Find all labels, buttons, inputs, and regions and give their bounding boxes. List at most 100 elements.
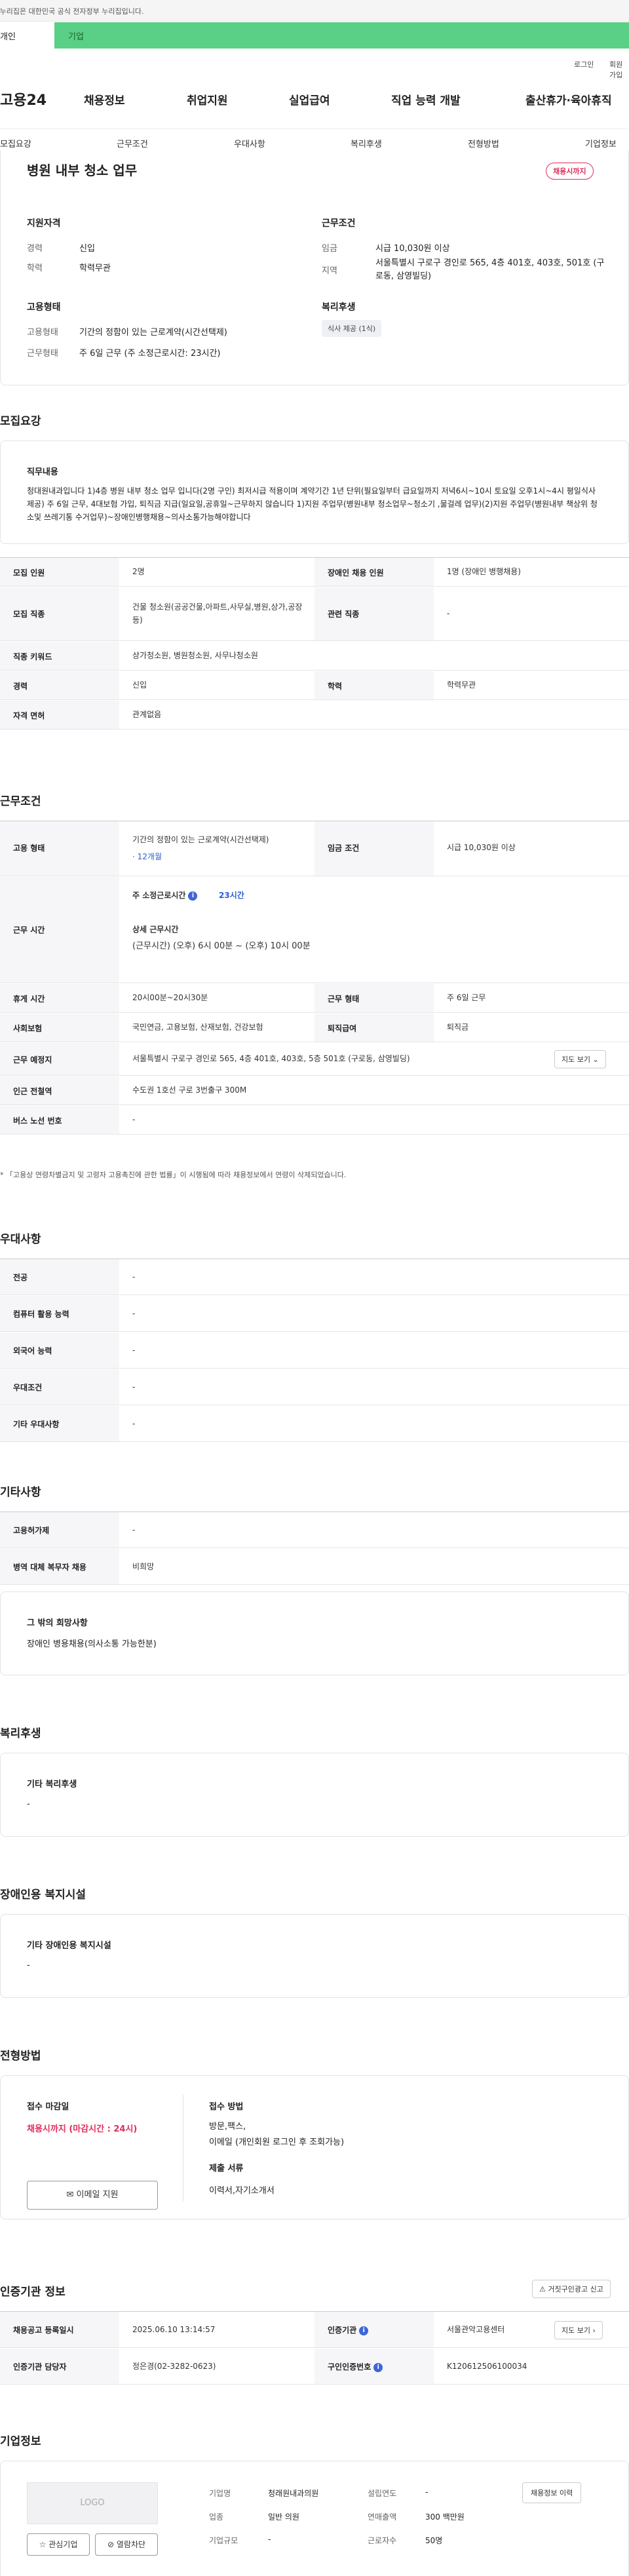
report-fake-ad-button[interactable]: ⚠ 거짓구인광고 신고 xyxy=(532,2280,611,2298)
row-value: - xyxy=(447,609,450,618)
site-logo[interactable]: 고용24 xyxy=(0,88,47,109)
job-title: 병원 내부 청소 업무 xyxy=(27,163,138,178)
join-link[interactable]: 회원가입 xyxy=(609,59,629,80)
row-label: 근무 시간 xyxy=(13,926,45,935)
company-name-label: 기업명 xyxy=(209,2489,231,2498)
cert-section-title: 인증기관 정보 xyxy=(0,2286,66,2299)
recruit-section-title: 모집요강 xyxy=(0,415,41,428)
row-value: 국민연금, 고용보험, 산재보험, 건강보험 xyxy=(132,1023,263,1032)
area-value: 서울특별시 구로구 경인로 565, 4층 401호, 403호, 501호 (… xyxy=(375,258,605,281)
favorite-company-button[interactable]: ☆ 관심기업 xyxy=(27,2533,90,2556)
table-row: 근무 시간 주 소정근로시간 i 23시간 상세 근무시간 (근무시간) (오후)… xyxy=(0,877,629,983)
duty-text: 청대원내과입니다 1)4층 병원 내부 청소 업무 입니다(2명 구인) 최저시… xyxy=(27,486,598,522)
hope-title: 그 밖의 희망사항 xyxy=(27,1618,88,1628)
gnb-unemployment-benefit[interactable]: 실업급여 xyxy=(289,91,330,107)
gnb-vocational-training[interactable]: 직업 능력 개발 xyxy=(391,91,461,107)
biz-label: 업종 xyxy=(209,2512,224,2522)
row-label: 구인인증번호 i xyxy=(328,2361,383,2372)
login-link[interactable]: 로그인 xyxy=(574,59,594,69)
row-value: - xyxy=(132,1382,136,1392)
row-label: 모집 직종 xyxy=(13,610,45,619)
emp-count-label: 근로자수 xyxy=(368,2536,397,2545)
job-history-button[interactable]: 채용정보 이력 xyxy=(522,2482,582,2503)
method-line: 이메일 (개인회원 로그인 후 조회가능) xyxy=(209,2137,345,2147)
block-view-button[interactable]: ⊘ 열람차단 xyxy=(95,2533,158,2556)
table-row: 휴게 시간 20시00분~20시30분 근무 형태 주 6일 근무 xyxy=(0,984,629,1013)
row-value: 수도권 1호선 구로 3번출구 300M xyxy=(132,1085,247,1095)
anchor-company[interactable]: 기업정보 xyxy=(585,137,617,149)
gov-notice-bar: 이 누리집은 대한민국 공식 전자정부 누리집입니다. xyxy=(0,0,629,22)
weekly-hours-label: 주 소정근로시간 i xyxy=(132,889,198,902)
hope-card: 그 밖의 희망사항 장애인 병용채용(의사소통 가능한분) xyxy=(0,1591,629,1675)
row-value: 주 6일 근무 xyxy=(447,993,486,1002)
selection-section-title: 전형방법 xyxy=(0,2050,41,2063)
row-label: 모집 인원 xyxy=(13,568,45,577)
docs-value: 이력서,자기소개서 xyxy=(209,2186,275,2196)
gnb-parental-leave[interactable]: 출산휴가·육아휴직 xyxy=(525,91,612,107)
anchor-preference[interactable]: 우대사항 xyxy=(234,137,265,149)
table-row: 전공 - xyxy=(0,1259,629,1295)
row-value: 서울관악고용센터 xyxy=(447,2325,505,2334)
info-icon[interactable]: i xyxy=(373,2362,383,2372)
emp-title: 고용형태 xyxy=(27,302,61,313)
welfare-card: 기타 복리후생 - xyxy=(0,1753,629,1837)
welfare-box-title: 기타 복리후생 xyxy=(27,1780,77,1789)
table-row: 고용허가제 - xyxy=(0,1512,629,1548)
gnb-job-info[interactable]: 채용정보 xyxy=(84,91,125,107)
row-label: 인증기관 담당자 xyxy=(13,2362,67,2371)
method-line: 방문,팩스, xyxy=(209,2122,246,2132)
row-value: 비희망 xyxy=(132,1562,155,1571)
row-value: 퇴직금 xyxy=(447,1023,469,1032)
row-value: - xyxy=(132,1525,136,1534)
table-row: 인근 전철역 수도권 1호선 구로 3번출구 300M xyxy=(0,1076,629,1105)
map-view-button[interactable]: 지도 보기 ⌄ xyxy=(554,1050,606,1068)
duty-card: 직무내용 청대원내과입니다 1)4층 병원 내부 청소 업무 입니다(2명 구인… xyxy=(0,440,629,544)
row-value: 학력무관 xyxy=(447,680,476,690)
row-label: 학력 xyxy=(328,682,343,691)
gnb-employment-support[interactable]: 취업지원 xyxy=(187,91,228,107)
row-value: 상가청소원, 병원청소원, 사무나청소원 xyxy=(132,651,258,660)
row-label: 채용공고 등록일시 xyxy=(13,2326,74,2335)
row-label: 관련 직종 xyxy=(328,610,360,619)
emp-period-link[interactable]: · 12개월 xyxy=(132,850,162,863)
row-label: 경력 xyxy=(13,682,28,691)
info-icon[interactable]: i xyxy=(188,891,198,901)
tab-company[interactable]: 기업 xyxy=(68,29,84,42)
email-apply-button[interactable]: ✉ 이메일 지원 xyxy=(27,2181,158,2210)
cert-map-button[interactable]: 지도 보기 › xyxy=(554,2321,603,2339)
anchor-recruit[interactable]: 모집요강 xyxy=(0,137,31,149)
year-value: - xyxy=(425,2488,429,2497)
info-icon[interactable]: i xyxy=(359,2326,369,2335)
tab-personal[interactable]: 개인 xyxy=(0,22,54,49)
anchor-selection[interactable]: 전형방법 xyxy=(468,137,499,149)
mail-icon: ✉ xyxy=(66,2190,74,2200)
other-section-title: 기타사항 xyxy=(0,1486,41,1499)
table-row: 고용 형태 기간의 정함이 있는 근로계약(시간선택제) · 12개월 임금 조… xyxy=(0,821,629,876)
row-label: 병역 대체 복무자 채용 xyxy=(13,1563,86,1572)
work-form-value: 주 6일 근무 (주 소정근로시간: 23시간) xyxy=(79,349,221,359)
deadline-value: 채용시까지 (마감시간 : 24시) xyxy=(27,2124,138,2134)
row-value: - xyxy=(132,1115,136,1124)
row-label: 근무 예정지 xyxy=(13,1055,52,1064)
disabled-box-title: 기타 장애인용 복지시설 xyxy=(27,1941,111,1951)
row-value: 기간의 정함이 있는 근로계약(시간선택제) xyxy=(132,835,269,844)
table-row: 기타 우대사항 - xyxy=(0,1406,629,1442)
block-icon: ⊘ xyxy=(107,2540,115,2549)
company-section-title: 기업정보 xyxy=(0,2435,41,2448)
wage-label: 임금 xyxy=(322,244,337,254)
row-label: 버스 노선 번호 xyxy=(13,1116,62,1125)
table-row: 모집 인원 2명 장애인 채용 인원 1명 (장애인 병행채용) xyxy=(0,558,629,587)
work-title: 근무조건 xyxy=(322,218,356,229)
user-type-tabs: 개인 기업 xyxy=(0,22,629,49)
qualify-title: 지원자격 xyxy=(27,218,61,229)
company-name-value: 청래원내과의원 xyxy=(268,2489,319,2498)
anchor-conditions[interactable]: 근무조건 xyxy=(117,137,148,149)
emp-count-value: 50명 xyxy=(425,2536,443,2545)
anchor-welfare[interactable]: 복리후생 xyxy=(351,137,382,149)
row-value: 20시00분~20시30분 xyxy=(132,993,208,1002)
table-row: 사회보험 국민연금, 고용보험, 산재보험, 건강보험 퇴직급여 퇴직금 xyxy=(0,1013,629,1042)
welfare-chip: 식사 제공 (1식) xyxy=(322,320,382,337)
table-row: 직종 키워드 상가청소원, 병원청소원, 사무나청소원 xyxy=(0,642,629,671)
size-value: - xyxy=(268,2535,271,2544)
selection-card: 접수 마감일 채용시까지 (마감시간 : 24시) ✉ 이메일 지원 접수 방법… xyxy=(0,2075,629,2219)
